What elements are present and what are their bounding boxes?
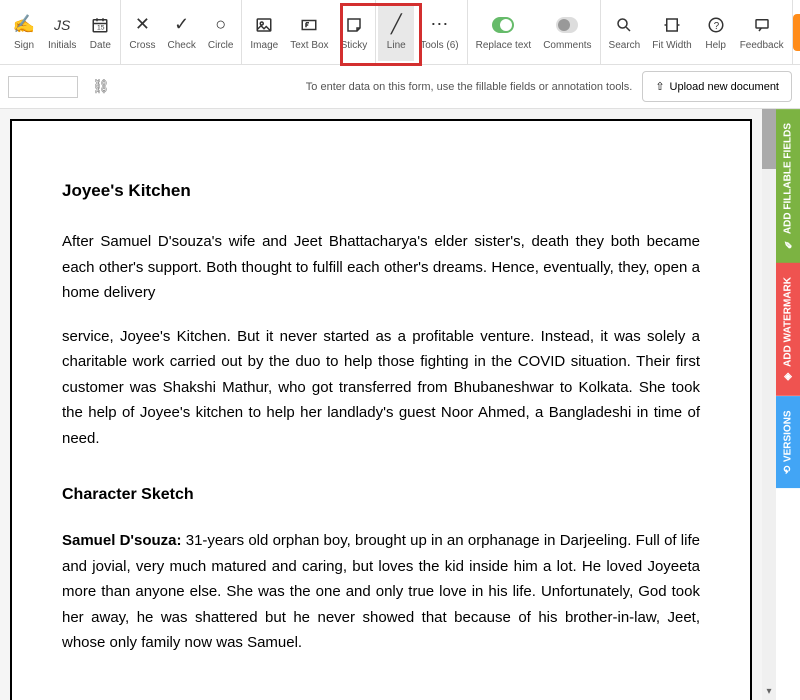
toolbar-group-view: Search Fit Width ? Help Feedback	[601, 0, 793, 64]
check-icon: ✓	[171, 14, 193, 36]
workspace: Joyee's Kitchen After Samuel D'souza's w…	[0, 109, 800, 700]
scrollbar-thumb[interactable]	[762, 109, 776, 169]
fit-width-icon	[661, 14, 683, 36]
image-button[interactable]: Image	[244, 3, 284, 61]
svg-text:15: 15	[97, 24, 105, 31]
textbox-icon	[298, 14, 320, 36]
done-button[interactable]: ✓ DONE	[793, 14, 800, 51]
replace-text-button[interactable]: Replace text	[470, 3, 538, 61]
feedback-button[interactable]: Feedback	[734, 3, 790, 61]
toolbar-group-insert: Image Text Box Sticky	[242, 0, 376, 64]
cross-button[interactable]: ✕ Cross	[123, 3, 161, 61]
check-button[interactable]: ✓ Check	[161, 3, 201, 61]
clock-icon: ⟲	[783, 466, 794, 474]
cross-icon: ✕	[131, 14, 153, 36]
watermark-icon: ◈	[783, 371, 794, 382]
toolbar-group-sign: ✍ Sign JS Initials 15 Date	[4, 0, 121, 64]
fit-width-button[interactable]: Fit Width	[646, 3, 697, 61]
toolbar-group-marks: ✕ Cross ✓ Check ○ Circle	[121, 0, 242, 64]
paragraph-1: After Samuel D'souza's wife and Jeet Bha…	[62, 229, 700, 306]
replace-toggle-icon	[492, 14, 514, 36]
sign-button[interactable]: ✍ Sign	[6, 3, 42, 61]
sub-heading: Character Sketch	[62, 481, 700, 508]
search-icon	[613, 14, 635, 36]
calendar-icon: 15	[89, 14, 111, 36]
form-icon: ✎	[783, 238, 794, 249]
character-description: Samuel D'souza: 31-years old orphan boy,…	[62, 528, 700, 656]
toolbar-group-replace: Replace text Comments	[468, 0, 601, 64]
textbox-button[interactable]: Text Box	[284, 3, 334, 61]
circle-icon: ○	[210, 14, 232, 36]
circle-button[interactable]: ○ Circle	[202, 3, 240, 61]
comments-toggle-icon	[556, 14, 578, 36]
upload-button[interactable]: ⇧ Upload new document	[642, 71, 792, 102]
link-icon[interactable]: ⛓	[88, 74, 114, 99]
more-icon: ⋯	[428, 14, 450, 36]
paragraph-2: service, Joyee's Kitchen. But it never s…	[62, 324, 700, 452]
initials-button[interactable]: JS Initials	[42, 3, 82, 61]
scroll-down-icon[interactable]: ▾	[762, 686, 776, 700]
svg-text:?: ?	[713, 20, 719, 31]
hint-text: To enter data on this form, use the fill…	[306, 81, 633, 93]
feedback-icon	[751, 14, 773, 36]
line-button[interactable]: ╱ Line	[378, 3, 414, 61]
main-toolbar: ✍ Sign JS Initials 15 Date ✕ Cross ✓ Che…	[0, 0, 800, 65]
initials-icon: JS	[51, 14, 73, 36]
line-icon: ╱	[385, 14, 407, 36]
sign-icon: ✍	[13, 14, 35, 36]
toolbar-group-line: ╱ Line ⋯ Tools (6)	[376, 0, 467, 64]
image-icon	[253, 14, 275, 36]
sticky-button[interactable]: Sticky	[335, 3, 374, 61]
document-page: Joyee's Kitchen After Samuel D'souza's w…	[10, 119, 752, 700]
date-button[interactable]: 15 Date	[82, 3, 118, 61]
search-button[interactable]: Search	[603, 3, 647, 61]
comments-button[interactable]: Comments	[537, 3, 597, 61]
side-tabs: ✎ ADD FILLABLE FIELDS ◈ ADD WATERMARK ⟲ …	[776, 109, 800, 700]
help-button[interactable]: ? Help	[698, 3, 734, 61]
sidetab-watermark[interactable]: ◈ ADD WATERMARK	[776, 263, 800, 396]
page-title: Joyee's Kitchen	[62, 181, 700, 201]
tools-button[interactable]: ⋯ Tools (6)	[414, 3, 464, 61]
sticky-icon	[343, 14, 365, 36]
scrollbar[interactable]: ▾	[762, 109, 776, 700]
sub-toolbar: ⛓ To enter data on this form, use the fi…	[0, 65, 800, 109]
sidetab-versions[interactable]: ⟲ VERSIONS	[776, 396, 800, 488]
upload-icon: ⇧	[655, 80, 664, 93]
character-name: Samuel D'souza:	[62, 532, 182, 549]
sidetab-fillable-fields[interactable]: ✎ ADD FILLABLE FIELDS	[776, 109, 800, 263]
thickness-input[interactable]	[8, 76, 78, 98]
help-icon: ?	[705, 14, 727, 36]
document-area[interactable]: Joyee's Kitchen After Samuel D'souza's w…	[0, 109, 762, 700]
